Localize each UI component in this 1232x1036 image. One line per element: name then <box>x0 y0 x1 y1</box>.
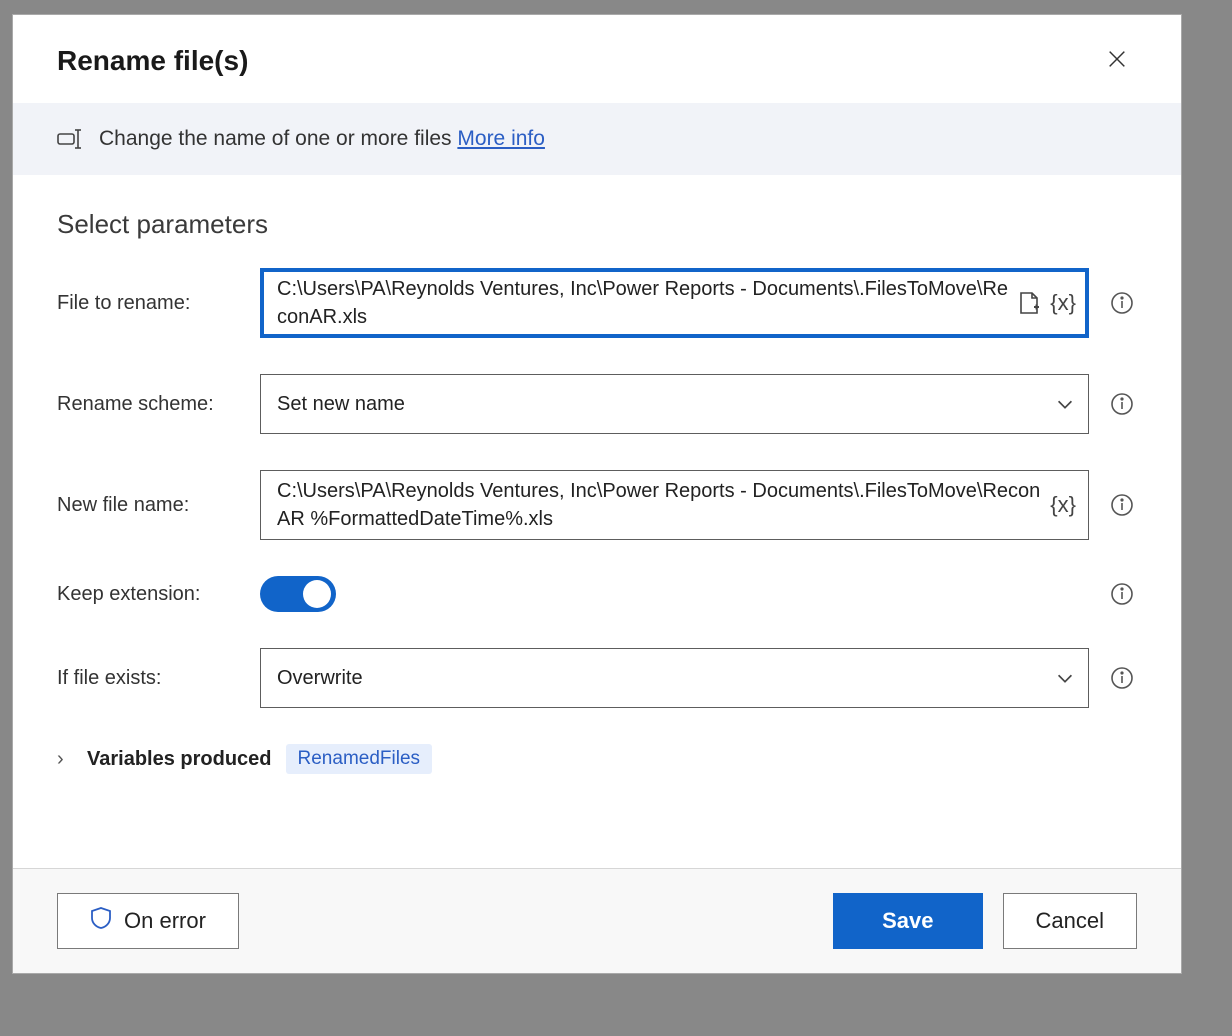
select-rename-scheme[interactable]: Set new name <box>260 374 1089 434</box>
cancel-button[interactable]: Cancel <box>1003 893 1137 949</box>
save-button[interactable]: Save <box>833 893 982 949</box>
toggle-keep-extension[interactable] <box>260 576 336 612</box>
value-rename-scheme: Set new name <box>277 390 1044 418</box>
rename-icon <box>57 128 83 150</box>
variable-picker-icon[interactable]: {x} <box>1050 290 1076 316</box>
info-file-to-rename[interactable] <box>1107 291 1137 315</box>
variables-produced-row[interactable]: › Variables produced RenamedFiles <box>57 744 1137 774</box>
select-if-file-exists[interactable]: Overwrite <box>260 648 1089 708</box>
close-icon <box>1106 46 1128 77</box>
dialog-description: Change the name of one or more files Mor… <box>13 103 1181 175</box>
row-if-file-exists: If file exists: Overwrite <box>57 648 1137 708</box>
chevron-down-icon <box>1054 393 1076 415</box>
info-new-file-name[interactable] <box>1107 493 1137 517</box>
toggle-knob <box>303 580 331 608</box>
save-label: Save <box>882 908 933 934</box>
label-rename-scheme: Rename scheme: <box>57 393 242 416</box>
dialog-header: Rename file(s) <box>13 15 1181 103</box>
row-keep-extension: Keep extension: <box>57 576 1137 612</box>
dialog-footer: On error Save Cancel <box>13 868 1181 973</box>
variables-produced-label: Variables produced <box>87 748 272 771</box>
label-new-file-name: New file name: <box>57 494 242 517</box>
section-title: Select parameters <box>57 209 1137 240</box>
info-keep-extension[interactable] <box>1107 582 1137 606</box>
value-file-to-rename: C:\Users\PA\Reynolds Ventures, Inc\Power… <box>277 275 1008 331</box>
chevron-right-icon: › <box>57 748 73 771</box>
value-new-file-name: C:\Users\PA\Reynolds Ventures, Inc\Power… <box>277 477 1040 533</box>
rename-files-dialog: Rename file(s) Change the name of one or… <box>12 14 1182 974</box>
chevron-down-icon <box>1054 667 1076 689</box>
on-error-button[interactable]: On error <box>57 893 239 949</box>
variable-picker-icon[interactable]: {x} <box>1050 492 1076 518</box>
shield-icon <box>90 906 112 936</box>
on-error-label: On error <box>124 908 206 934</box>
close-button[interactable] <box>1097 41 1137 81</box>
value-if-file-exists: Overwrite <box>277 664 1044 692</box>
cancel-label: Cancel <box>1036 908 1104 934</box>
variable-chip-renamedfiles[interactable]: RenamedFiles <box>286 744 433 774</box>
file-picker-icon[interactable] <box>1018 291 1040 315</box>
info-if-file-exists[interactable] <box>1107 666 1137 690</box>
dialog-title: Rename file(s) <box>57 45 248 77</box>
description-text: Change the name of one or more files <box>99 127 452 150</box>
info-rename-scheme[interactable] <box>1107 392 1137 416</box>
dialog-body: Select parameters File to rename: C:\Use… <box>13 175 1181 868</box>
label-if-file-exists: If file exists: <box>57 667 242 690</box>
label-file-to-rename: File to rename: <box>57 292 242 315</box>
field-icons: {x} <box>1018 290 1076 316</box>
row-new-file-name: New file name: C:\Users\PA\Reynolds Vent… <box>57 470 1137 540</box>
input-file-to-rename[interactable]: C:\Users\PA\Reynolds Ventures, Inc\Power… <box>260 268 1089 338</box>
label-keep-extension: Keep extension: <box>57 583 242 606</box>
row-rename-scheme: Rename scheme: Set new name <box>57 374 1137 434</box>
input-new-file-name[interactable]: C:\Users\PA\Reynolds Ventures, Inc\Power… <box>260 470 1089 540</box>
more-info-link[interactable]: More info <box>457 127 545 150</box>
row-file-to-rename: File to rename: C:\Users\PA\Reynolds Ven… <box>57 268 1137 338</box>
